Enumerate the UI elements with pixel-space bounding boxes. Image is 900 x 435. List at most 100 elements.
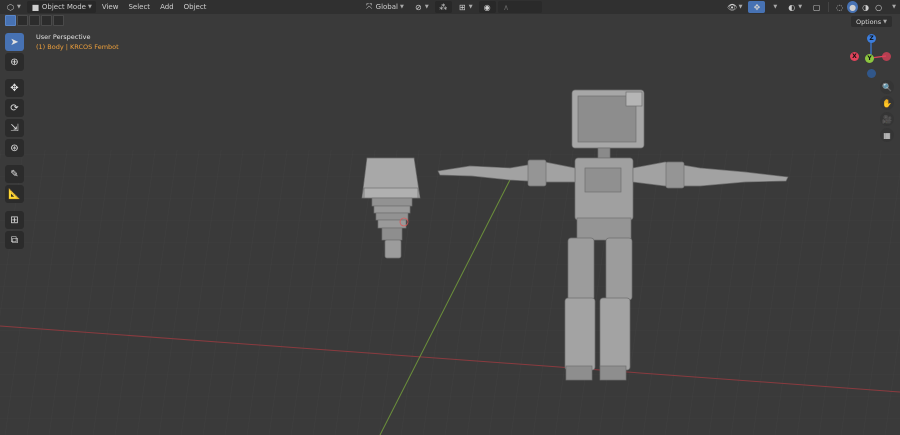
select-intersect-button[interactable] [53, 15, 64, 26]
shading-material[interactable]: ◑ [860, 1, 871, 13]
viewport-title: User Perspective [36, 33, 91, 41]
transform-icon: ⊛ [10, 142, 19, 154]
toolbar-gap [5, 205, 26, 209]
gizmo-x-negative[interactable]: X [850, 52, 859, 61]
gizmo-x-axis[interactable] [882, 52, 891, 61]
overlays-icon: ◐ [788, 2, 796, 12]
mode-label: Object Mode [41, 3, 86, 11]
select-invert-button[interactable] [41, 15, 52, 26]
cursor-icon: ⊕ [10, 56, 19, 68]
overlays-toggle[interactable]: ◐ ▼ [783, 1, 806, 13]
visibility-dropdown[interactable]: 👁 ▼ [724, 1, 747, 13]
transform-orientation-dropdown[interactable]: ⤧ Global ▼ [361, 1, 408, 13]
zoom-icon: 🔍 [882, 82, 892, 92]
pivot-dropdown[interactable]: ⊘ ▼ [410, 1, 433, 13]
falloff-dropdown[interactable]: ∧ [497, 1, 542, 13]
solid-shading-icon: ● [849, 2, 857, 12]
select-extend-button[interactable] [17, 15, 28, 26]
measure-tool[interactable]: 📐 [5, 185, 24, 203]
menu-select[interactable]: Select [124, 1, 154, 13]
y-axis-label: Y [867, 55, 872, 62]
link-icon: ⊘ [414, 2, 422, 12]
shading-wireframe[interactable]: ◌ [834, 1, 845, 13]
shading-solid[interactable]: ● [847, 1, 859, 13]
select-new-button[interactable] [5, 15, 16, 26]
camera-view-button[interactable]: 🎥 [880, 112, 894, 126]
perspective-toggle-button[interactable]: ▦ [880, 128, 894, 142]
gizmo-dropdown[interactable]: ▼ [767, 1, 781, 13]
toolbar-gap [5, 73, 26, 77]
eye-icon: 👁 [726, 2, 738, 12]
shading-dropdown[interactable]: ▼ [886, 1, 900, 13]
measure-icon: 📐 [8, 188, 21, 200]
proportional-edit-toggle[interactable]: ◉ [478, 1, 496, 13]
object-mode-icon: ■ [31, 2, 40, 12]
snap-toggle[interactable]: ⁂ [434, 1, 452, 13]
options-dropdown[interactable]: Options ▼ [851, 16, 892, 27]
select-box-icon: ➤ [10, 36, 19, 48]
header-separator [828, 2, 830, 12]
annotate-icon: ✎ [10, 168, 19, 180]
chevron-down-icon: ▼ [892, 4, 896, 10]
zoom-button[interactable]: 🔍 [880, 80, 894, 94]
grid-icon: ⊞ [458, 2, 466, 12]
mode-dropdown[interactable]: ■ Object Mode ▼ [26, 1, 96, 13]
chevron-down-icon: ▼ [87, 4, 92, 10]
navigation-gizmo[interactable]: Z X Y [846, 30, 894, 80]
menu-add[interactable]: Add [156, 1, 178, 13]
options-label: Options [856, 17, 882, 26]
select-box-tool[interactable]: ➤ [5, 33, 24, 51]
annotate-tool[interactable]: ✎ [5, 165, 24, 183]
gizmo-y-axis[interactable]: Y [865, 54, 874, 63]
x-axis-label: X [852, 53, 857, 60]
gizmo-toggle[interactable]: ✥ [748, 1, 766, 13]
chevron-down-icon: ▼ [798, 4, 803, 10]
chevron-down-icon: ▼ [773, 4, 778, 10]
viewport-header: ⬡ ▼ ■ Object Mode ▼ View Select Add Objec… [0, 0, 900, 14]
grid-icon: ▦ [883, 130, 891, 140]
cursor-tool[interactable]: ⊕ [5, 53, 24, 71]
chevron-down-icon: ▼ [468, 4, 473, 10]
material-shading-icon: ◑ [862, 2, 870, 12]
snap-dropdown[interactable]: ⊞ ▼ [454, 1, 477, 13]
add-cube-tool[interactable]: ⊞ [5, 211, 24, 229]
pan-button[interactable]: ✋ [880, 96, 894, 110]
camera-icon: 🎥 [882, 114, 892, 124]
falloff-icon: ∧ [503, 2, 509, 12]
menu-view[interactable]: View [98, 1, 123, 13]
menu-object[interactable]: Object [180, 1, 211, 13]
scale-tool[interactable]: ⇲ [5, 119, 24, 137]
orientation-label: Global [375, 3, 398, 11]
z-axis-label: Z [869, 35, 874, 42]
editor-type-button[interactable]: ⬡ ▼ [2, 1, 25, 13]
viewport-canvas[interactable] [0, 0, 900, 435]
proportional-edit-icon: ◉ [483, 2, 491, 12]
hand-icon: ✋ [882, 98, 892, 108]
move-icon: ✥ [10, 82, 19, 94]
chevron-down-icon: ▼ [424, 4, 429, 10]
transform-tool[interactable]: ⊛ [5, 139, 24, 157]
xray-toggle[interactable]: ▢ [808, 1, 825, 13]
orientation-icon: ⤧ [365, 2, 373, 11]
select-subtract-button[interactable] [29, 15, 40, 26]
gizmo-icon: ✥ [753, 2, 761, 12]
rotate-tool[interactable]: ⟳ [5, 99, 24, 117]
tool-shelf: ➤ ⊕ ✥ ⟳ ⇲ ⊛ ✎ 📐 ⊞ ⧉ [5, 33, 26, 249]
gizmo-z-negative[interactable] [867, 69, 876, 78]
extrude-tool[interactable]: ⧉ [5, 231, 24, 249]
toolbar-gap [5, 159, 26, 163]
extrude-icon: ⧉ [10, 234, 19, 246]
rendered-shading-icon: ○ [875, 2, 883, 12]
selection-mode-group [5, 15, 64, 26]
snap-icon: ⁂ [439, 2, 448, 12]
gizmo-z-axis[interactable]: Z [867, 34, 876, 43]
add-cube-icon: ⊞ [10, 214, 19, 226]
blender-window: ⬡ ▼ ■ Object Mode ▼ View Select Add Objec… [0, 0, 900, 435]
chevron-down-icon: ▼ [17, 4, 21, 10]
chevron-down-icon: ▼ [883, 18, 887, 25]
scale-icon: ⇲ [10, 122, 19, 134]
move-tool[interactable]: ✥ [5, 79, 24, 97]
active-object-label: (1) Body | KRCOS Fembot [36, 43, 119, 51]
shading-rendered[interactable]: ○ [873, 1, 884, 13]
chevron-down-icon: ▼ [399, 4, 404, 10]
